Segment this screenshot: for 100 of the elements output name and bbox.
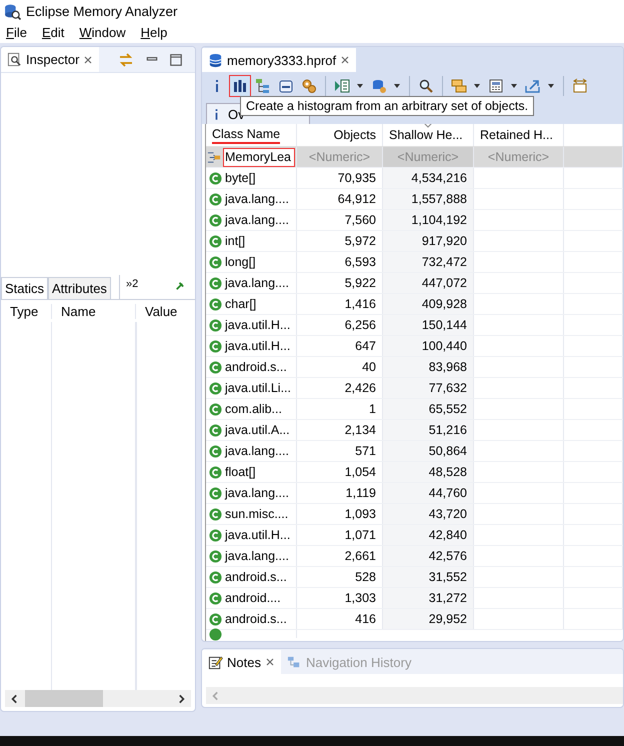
table-cell: 447,072 [383,273,474,293]
menu-item[interactable]: Help [140,25,168,40]
view-tab[interactable]: Notes [202,650,281,674]
table-cell: java.lang.... [225,549,289,563]
class-icon [209,402,222,416]
class-icon [209,444,222,458]
inspector-tab[interactable]: Attributes [48,277,111,299]
report-icon [334,78,350,94]
table-cell: 77,632 [383,378,474,398]
filter-field[interactable]: MemoryLea [223,148,295,166]
table-cell: android.s... [225,360,287,374]
class-icon [209,276,222,290]
calculator-icon [488,78,504,94]
column-header[interactable]: Value [135,304,178,318]
info-icon [213,108,220,120]
class-icon [209,192,222,206]
class-icon [209,318,222,332]
dropdown-caret-icon[interactable] [356,82,364,90]
table-cell: 150,144 [383,315,474,335]
column-header[interactable]: Retained H... [474,124,564,146]
maximize-icon[interactable] [169,52,184,66]
scrollbar-thumb[interactable] [25,690,103,707]
query-icon [278,78,294,94]
table-cell: 4,534,216 [383,168,474,188]
table-cell: 51,216 [383,420,474,440]
class-icon [209,360,222,374]
table-cell: 409,928 [383,294,474,314]
table-cell: java.lang.... [225,486,289,500]
dropdown-caret-icon[interactable] [473,82,481,90]
close-icon[interactable] [340,55,350,65]
table-cell: 732,472 [383,252,474,272]
column-header[interactable]: Name [51,304,135,318]
table-cell: android.s... [225,570,287,584]
table-cell: 83,968 [383,357,474,377]
menu-item[interactable]: Window [79,25,126,40]
table-cell: float[] [225,465,256,479]
close-icon[interactable] [83,54,94,64]
pin-icon[interactable] [174,281,185,292]
class-icon [209,340,222,352]
dropdown-caret-icon[interactable] [547,82,555,90]
menu-item[interactable]: File [6,25,27,40]
dropdown-caret-icon[interactable] [510,82,518,90]
class-icon [209,592,222,604]
window-title: Eclipse Memory Analyzer [26,4,178,18]
table-cell: 44,760 [383,483,474,503]
table-cell: 43,720 [383,504,474,524]
inspector-tab[interactable]: Inspector [1,47,100,72]
export-icon [525,78,541,94]
table-cell: android.... [225,591,281,605]
table-cell: java.util.Li... [225,381,292,395]
class-icon [209,382,222,394]
table-cell: java.lang.... [225,192,289,206]
table-cell: 31,552 [383,567,474,587]
table-cell: 65,552 [383,399,474,419]
class-icon [209,214,222,226]
inspector-tab[interactable]: Statics [1,277,48,299]
database-icon [208,52,223,68]
class-icon [209,528,222,542]
class-icon [209,234,222,248]
inspector-icon [7,52,22,67]
table-cell: java.lang.... [225,444,289,458]
editor-tab[interactable]: memory3333.hprof [202,48,356,72]
table-cell: 100,440 [383,336,474,356]
class-icon [209,298,222,310]
info-icon [215,78,219,92]
class-icon [209,256,222,268]
tooltip: Create a histogram from an arbitrary set of objects. [240,96,534,116]
class-icon [209,612,222,626]
table-cell: 31,272 [383,588,474,608]
bar-chart-icon [232,78,248,94]
gears-icon [301,78,317,94]
table-cell: char[] [225,297,256,311]
table-cell: java.util.H... [225,528,290,542]
class-icon [209,486,222,500]
table-cell: 42,576 [383,546,474,566]
filter-icon [207,150,222,164]
table-cell: 917,920 [383,231,474,251]
table-cell: java.util.H... [225,339,290,353]
table-cell: java.lang.... [225,276,289,290]
dropdown-caret-icon[interactable] [393,82,401,90]
table-cell: 1,104,192 [383,210,474,230]
swap-icon [572,78,588,94]
table-cell: int[] [225,234,246,248]
close-icon[interactable] [264,657,275,667]
column-header[interactable]: Class Name [206,124,297,146]
table-cell: 48,528 [383,462,474,482]
table-cell: 42,840 [383,525,474,545]
column-header[interactable]: Type [1,304,51,318]
table-cell: 29,952 [383,609,474,629]
menu-item[interactable]: Edit [42,25,64,40]
class-icon [209,508,222,520]
tree-icon [255,78,271,94]
toolbar-button[interactable] [229,74,251,96]
table-cell: com.alib... [225,402,282,416]
table-cell: android.s... [225,612,287,626]
class-icon [209,172,222,184]
table-cell: java.lang.... [225,213,289,227]
class-icon [209,570,222,584]
table-cell: 1,557,888 [383,189,474,209]
group-icon [451,78,467,94]
